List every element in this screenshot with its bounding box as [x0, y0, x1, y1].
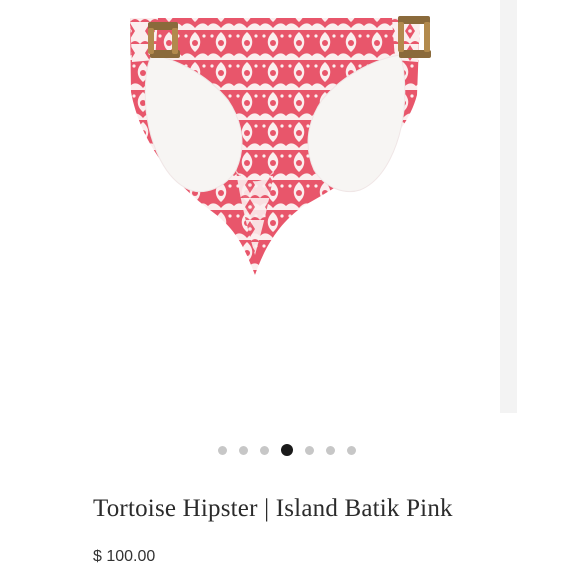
carousel-dots	[0, 443, 580, 457]
carousel-dot[interactable]	[304, 445, 314, 455]
product-image-area[interactable]	[0, 0, 517, 413]
carousel-dot-active[interactable]	[280, 444, 293, 456]
carousel-dot[interactable]	[346, 445, 356, 455]
carousel-dot[interactable]	[217, 445, 227, 455]
carousel-dot[interactable]	[259, 445, 269, 455]
carousel-dot[interactable]	[238, 445, 248, 455]
product-title: Tortoise Hipster | Island Batik Pink	[93, 495, 453, 522]
product-page: Tortoise Hipster | Island Batik Pink $ 1…	[0, 0, 580, 580]
product-image	[130, 16, 431, 275]
product-price: $ 100.00	[93, 548, 156, 565]
carousel-dot[interactable]	[325, 445, 335, 455]
